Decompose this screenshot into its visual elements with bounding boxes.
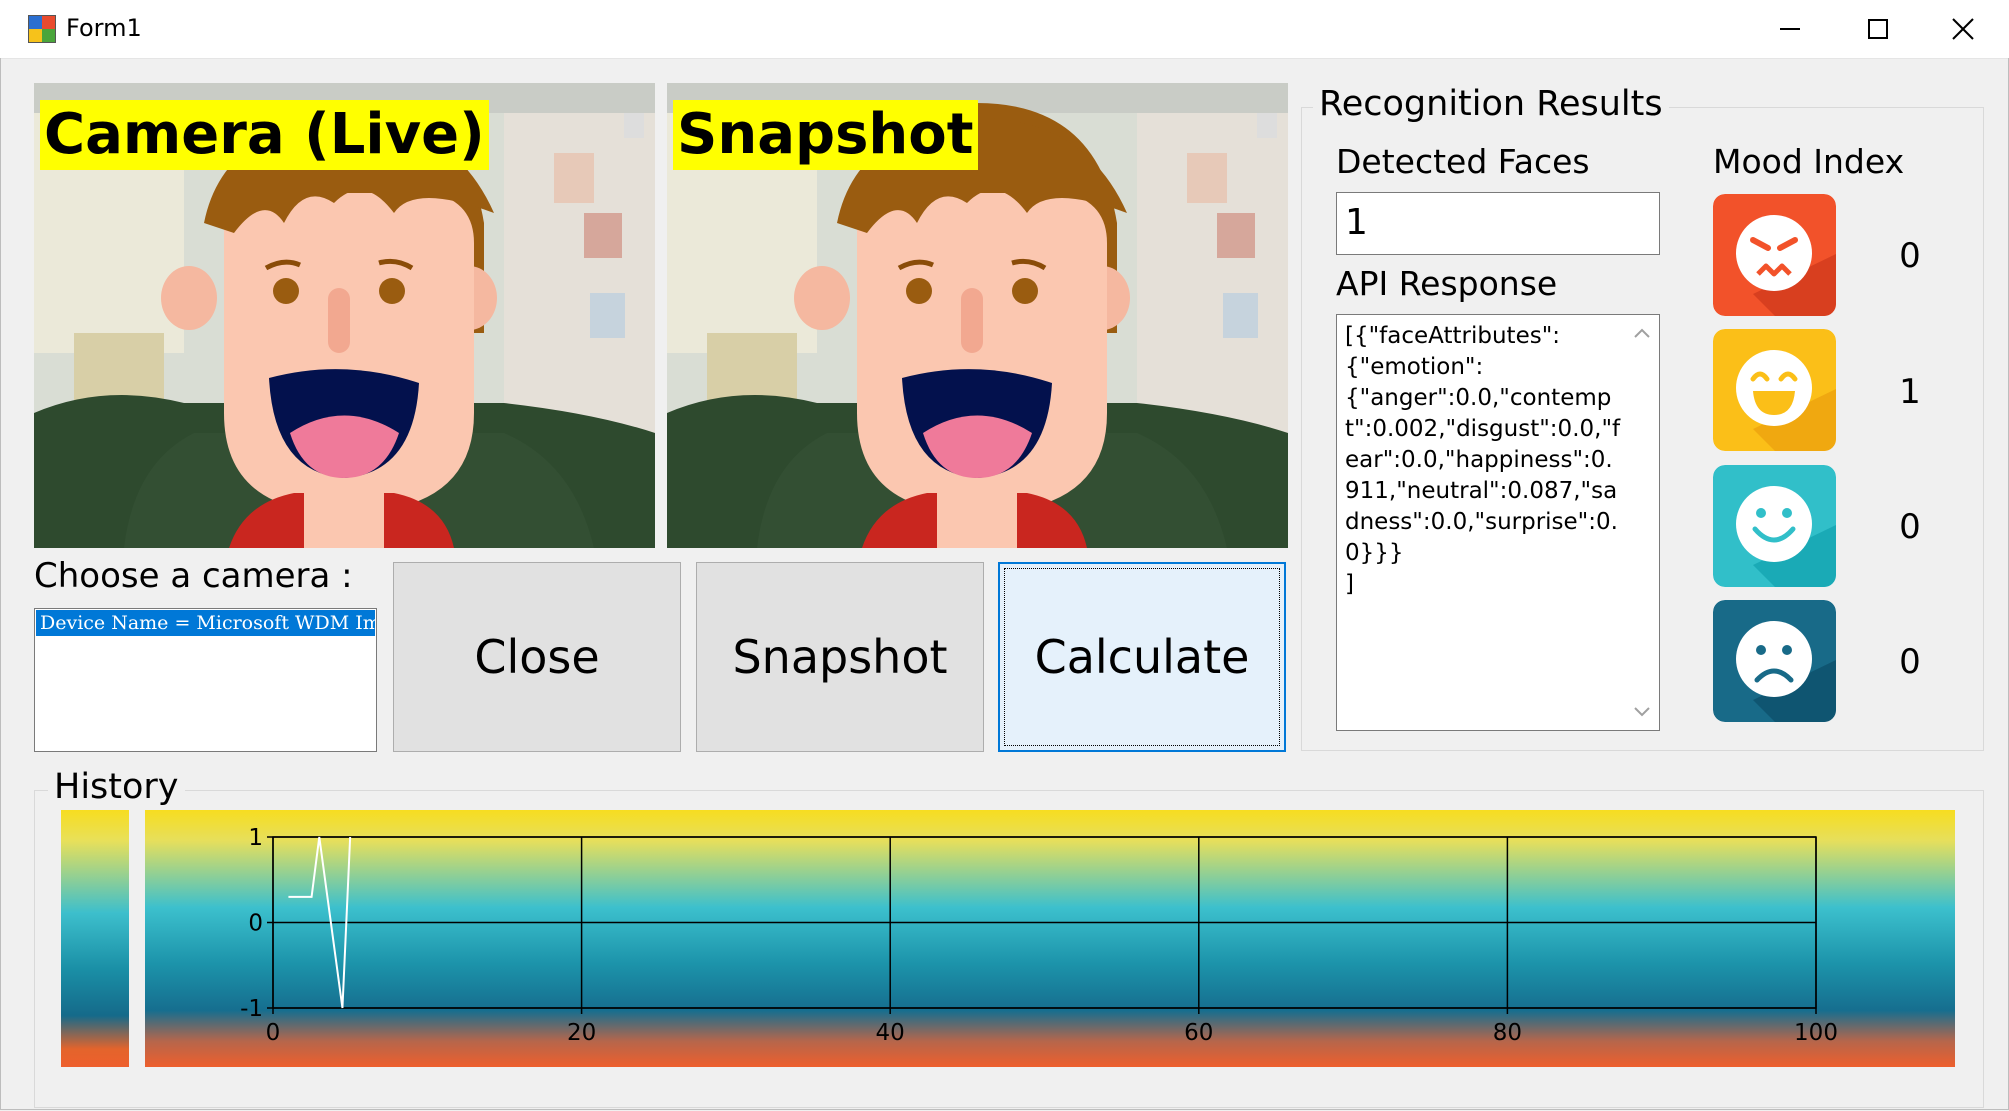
sad-face-icon [1713, 600, 1836, 722]
x-tick-label: 80 [1493, 1020, 1522, 1046]
x-tick-label: 60 [1184, 1020, 1213, 1046]
calculate-button[interactable]: Calculate [998, 562, 1286, 752]
focus-rectangle [1004, 568, 1280, 746]
x-tick-label: 100 [1794, 1020, 1838, 1046]
minimize-button[interactable] [1746, 0, 1834, 58]
camera-live-label: Camera (Live) [40, 100, 489, 170]
laughing-face-icon [1713, 329, 1836, 451]
y-tick-label: -1 [240, 996, 263, 1022]
detected-faces-field[interactable]: 1 [1336, 192, 1660, 255]
api-response-scrollbar[interactable] [1625, 315, 1659, 730]
history-color-legend [61, 810, 129, 1067]
api-response-textbox[interactable]: [{"faceAttributes": {"emotion": {"anger"… [1336, 314, 1660, 731]
mood-value-sad: 0 [1899, 642, 1921, 682]
x-tick-label: 40 [876, 1020, 905, 1046]
maximize-button[interactable] [1834, 0, 1922, 58]
close-button[interactable]: Close [393, 562, 681, 752]
x-tick-label: 0 [266, 1020, 281, 1046]
mood-value-smiling: 0 [1899, 507, 1921, 547]
y-tick-label: 0 [248, 911, 263, 937]
snapshot-label: Snapshot [673, 100, 978, 170]
x-tick-label: 20 [567, 1020, 596, 1046]
detected-faces-label: Detected Faces [1336, 142, 1590, 181]
choose-camera-label: Choose a camera : [34, 556, 353, 596]
app-icon [28, 15, 56, 43]
close-icon [1952, 18, 1974, 40]
window-close-button[interactable] [1919, 0, 2007, 58]
mood-value-laughing: 1 [1899, 372, 1921, 412]
history-chart: 0 20 40 60 80 10010-1 [240, 825, 1838, 1046]
history-title: History [48, 767, 185, 807]
y-tick-label: 1 [248, 825, 263, 851]
scroll-down-arrow-icon[interactable] [1631, 700, 1653, 722]
angry-face-icon [1713, 194, 1836, 316]
title-bar[interactable] [0, 0, 2009, 59]
camera-device-item[interactable]: Device Name = Microsoft WDM Ima [36, 610, 375, 636]
mood-value-angry: 0 [1899, 236, 1921, 276]
mood-index-label: Mood Index [1713, 142, 1905, 181]
maximize-icon [1868, 19, 1888, 39]
scroll-up-arrow-icon[interactable] [1631, 323, 1653, 345]
minimize-icon [1780, 28, 1800, 30]
recognition-results-title: Recognition Results [1313, 84, 1669, 124]
camera-device-list[interactable]: Device Name = Microsoft WDM Ima [34, 608, 377, 752]
api-response-label: API Response [1336, 264, 1558, 303]
smiling-face-icon [1713, 465, 1836, 587]
snapshot-button[interactable]: Snapshot [696, 562, 984, 752]
window-title: Form1 [66, 14, 142, 42]
api-response-text: [{"faceAttributes": {"emotion": {"anger"… [1345, 323, 1621, 597]
